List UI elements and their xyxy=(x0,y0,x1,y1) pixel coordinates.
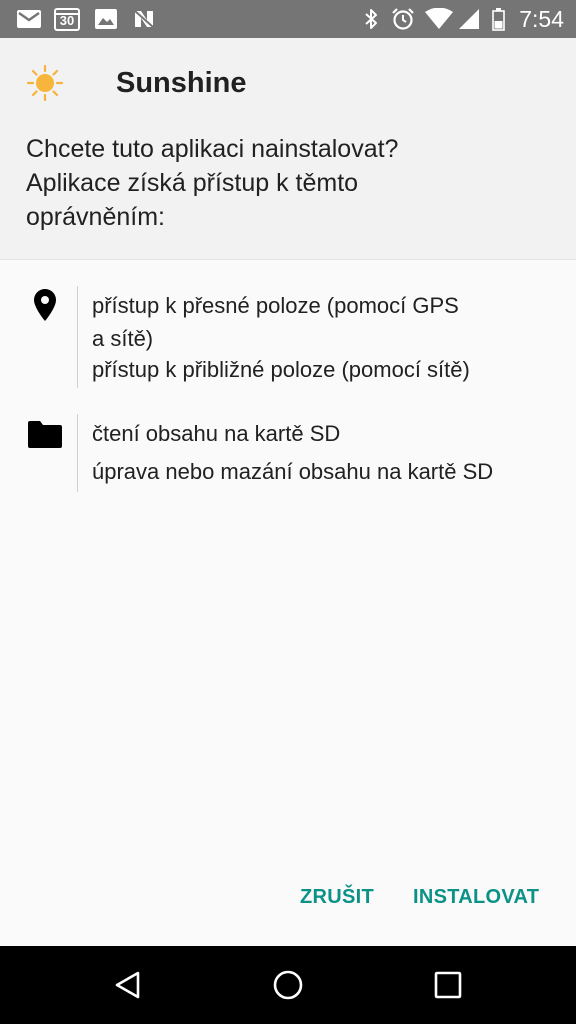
question-line: Chcete tuto aplikaci nainstalovat? xyxy=(26,135,399,163)
n-icon xyxy=(132,0,156,38)
permission-text: čtení obsahu na kartě SD xyxy=(92,421,341,446)
wifi-icon xyxy=(424,0,454,38)
folder-icon xyxy=(28,417,62,451)
recents-icon[interactable] xyxy=(408,946,488,1024)
battery-icon xyxy=(490,0,506,38)
install-screen: 30 7:54 Sunshine Chcete tuto aplikaci na… xyxy=(0,0,576,1024)
permission-text: přístup k přesné poloze (pomocí GPS xyxy=(92,293,459,318)
sun-icon xyxy=(26,64,64,102)
gmail-icon xyxy=(16,0,42,38)
permission-text: úprava nebo mazání obsahu na kartě SD xyxy=(92,459,494,484)
cancel-button[interactable]: ZRUŠIT xyxy=(300,880,374,914)
permission-write-sd: úprava nebo mazání obsahu na kartě SD xyxy=(92,455,562,488)
permission-fine-location: přístup k přesné poloze (pomocí GPS a sí… xyxy=(92,289,562,355)
permission-divider xyxy=(77,286,78,388)
permission-divider xyxy=(77,414,78,492)
alarm-icon xyxy=(390,0,416,38)
install-question: Chcete tuto aplikaci nainstalovat? Aplik… xyxy=(26,132,546,234)
permission-group-location: přístup k přesné poloze (pomocí GPS a sí… xyxy=(0,286,576,390)
navigation-bar xyxy=(0,946,576,1024)
photos-icon xyxy=(94,0,118,38)
question-line: Aplikace získá přístup k těmto xyxy=(26,169,359,197)
calendar-day: 30 xyxy=(59,13,75,28)
permission-group-storage: čtení obsahu na kartě SD úprava nebo maz… xyxy=(0,414,576,494)
signal-icon xyxy=(456,0,482,38)
back-icon[interactable] xyxy=(88,946,168,1024)
permission-coarse-location: čtení obsahu na kartě SD přístup k přibl… xyxy=(92,353,562,386)
location-pin-icon xyxy=(28,288,62,322)
question-line: oprávněním: xyxy=(26,203,165,231)
status-bar: 30 7:54 xyxy=(0,0,576,38)
install-button[interactable]: INSTALOVAT xyxy=(413,880,539,914)
permission-read-sd: čtení obsahu na kartě SD xyxy=(92,417,562,450)
calendar-icon: 30 xyxy=(54,0,80,38)
bluetooth-icon xyxy=(360,0,382,38)
app-name: Sunshine xyxy=(116,67,247,99)
permission-text: a sítě) xyxy=(92,326,154,351)
home-icon[interactable] xyxy=(248,946,328,1024)
status-clock: 7:54 xyxy=(519,6,564,32)
install-header: Sunshine Chcete tuto aplikaci nainstalov… xyxy=(0,38,576,260)
permission-text: přístup k přibližné poloze (pomocí sítě) xyxy=(92,357,470,382)
